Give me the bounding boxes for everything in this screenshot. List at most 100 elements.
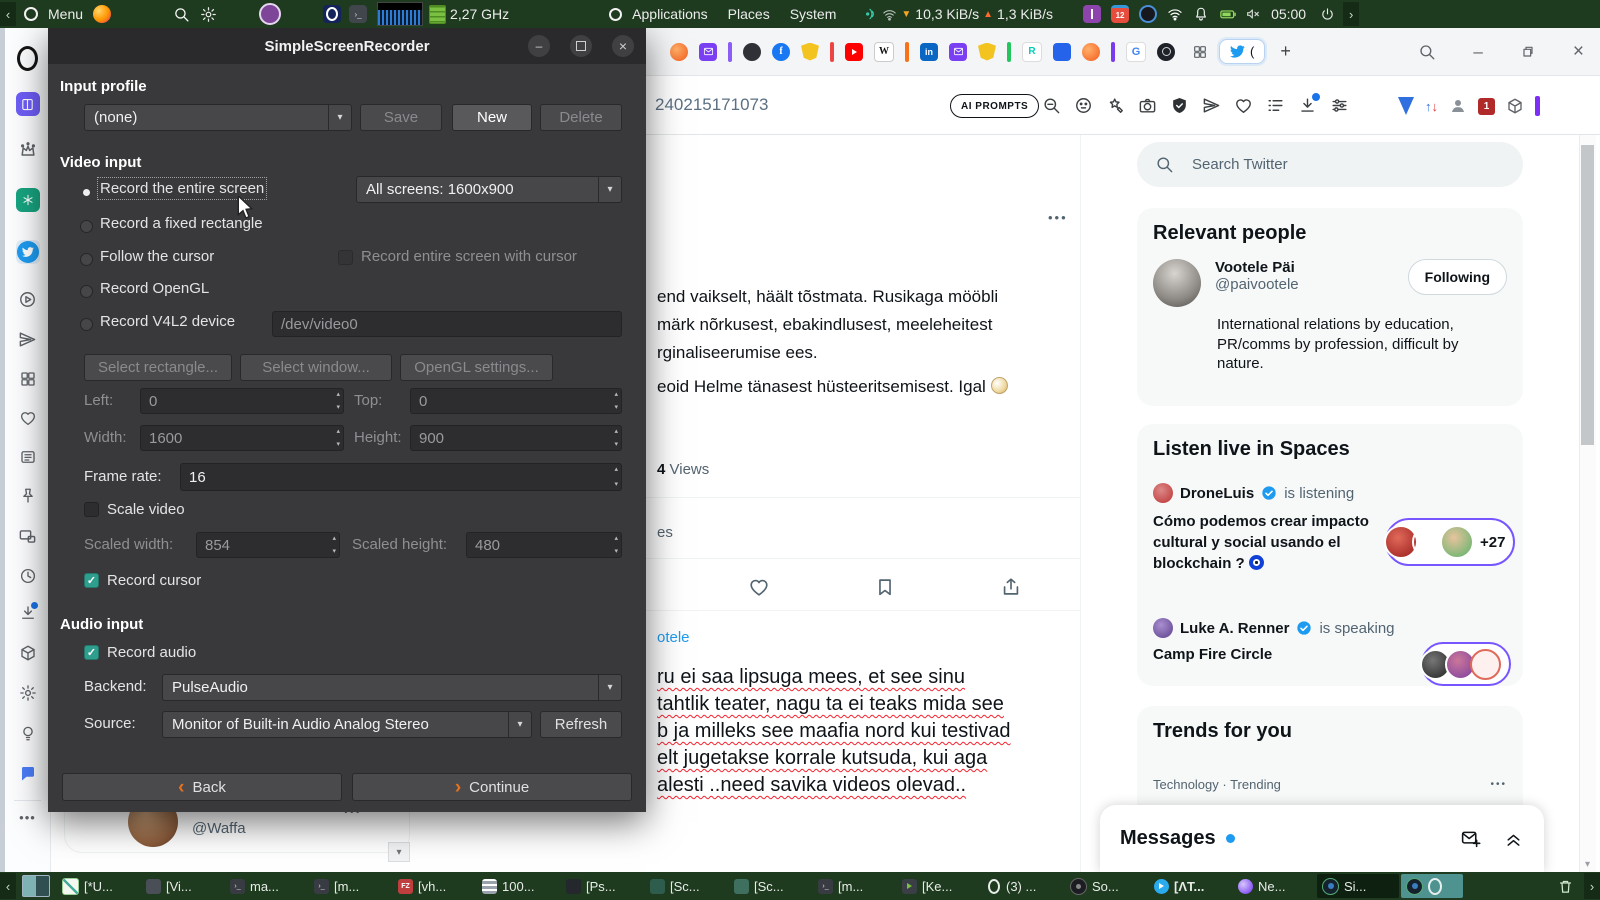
spinner-icons[interactable]: ▴ ▾ [614, 466, 618, 488]
taskbar-collapse-icon[interactable]: ‹ [0, 873, 16, 899]
height-field[interactable]: 900 ▴ ▾ [410, 425, 622, 451]
extension-cube-icon[interactable] [1506, 97, 1524, 115]
tab-group-bar-purple2[interactable] [1111, 41, 1115, 62]
record-v4l2-label[interactable]: Record V4L2 device [100, 313, 235, 330]
refresh-sources-button[interactable]: Refresh [540, 711, 622, 738]
notifications-bell-icon[interactable] [1193, 6, 1209, 22]
sidebar-more-icon[interactable]: ••• [5, 810, 50, 825]
calendar-applet-icon[interactable]: 12 [1111, 5, 1130, 23]
taskbar-window-button[interactable]: Ne... [1233, 874, 1315, 898]
profile-select[interactable]: (none) ▾ [84, 104, 352, 131]
zoom-out-icon[interactable] [1042, 96, 1061, 115]
dialog-close-icon[interactable]: × [612, 35, 634, 57]
new-profile-button[interactable]: New [452, 104, 532, 131]
delete-profile-button[interactable]: Delete [540, 104, 622, 131]
cpu-frequency-icon[interactable] [429, 4, 447, 24]
volume-muted-icon[interactable] [1245, 6, 1261, 22]
applications-menu[interactable]: Applications [609, 6, 712, 22]
downloads-icon[interactable] [5, 602, 50, 622]
left-field[interactable]: 0 ▴ ▾ [140, 388, 344, 414]
favorites-heart-icon[interactable] [5, 409, 50, 427]
extension-v-icon[interactable] [1398, 97, 1414, 115]
radio-follow-cursor[interactable] [80, 253, 93, 266]
my-flow-devices-icon[interactable] [5, 527, 50, 546]
record-entire-screen-label[interactable]: Record the entire screen [96, 177, 268, 200]
tab-favicon-blue-doc[interactable] [1053, 42, 1071, 61]
scrollbar-down-icon[interactable]: ▾ [1580, 859, 1595, 870]
opera-launcher-icon[interactable] [323, 5, 342, 23]
width-field[interactable]: 1600 ▴ ▾ [140, 425, 344, 451]
taskbar-window-button[interactable]: ›_ ma... [225, 874, 307, 898]
chatgpt-icon[interactable] [5, 188, 50, 212]
pinboard-icon[interactable] [5, 487, 50, 505]
dialog-maximize-icon[interactable] [570, 35, 592, 57]
profile-avatar[interactable] [1153, 259, 1201, 307]
scroll-caret-button[interactable]: ▾ [388, 842, 410, 862]
extension-purple-bar-icon[interactable] [1535, 96, 1540, 116]
address-bar-url[interactable]: 240215171073 [655, 95, 768, 115]
search-tool-icon[interactable] [173, 6, 190, 23]
reader-face-icon[interactable] [1074, 96, 1093, 115]
settings-gears-icon[interactable] [200, 6, 217, 23]
tune-sliders-icon[interactable] [1330, 96, 1349, 115]
checkbox-scale-video[interactable] [84, 502, 99, 517]
menu-button[interactable]: Menu [24, 6, 87, 22]
tweet-more-icon[interactable]: ••• [1048, 210, 1068, 225]
back-button[interactable]: ‹ Back [62, 773, 342, 801]
firefox-launcher-icon[interactable] [93, 5, 112, 23]
top-field[interactable]: 0 ▴ ▾ [410, 388, 622, 414]
framerate-field[interactable]: 16 ▴ ▾ [180, 463, 622, 491]
expand-messages-icon[interactable] [1503, 828, 1524, 849]
source-select[interactable]: Monitor of Built-in Audio Analog Stereo ▾ [162, 711, 532, 738]
spinner-icons[interactable]: ▴ ▾ [336, 391, 340, 411]
cpu-history-graph[interactable] [377, 2, 424, 26]
trend-category[interactable]: Technology · Trending [1153, 777, 1490, 792]
opera-logo-icon[interactable] [5, 46, 50, 71]
spinner-icons[interactable]: ▴ ▾ [336, 428, 340, 448]
spinner-icons[interactable]: ▴ ▾ [332, 535, 336, 555]
settings-gear-icon[interactable] [5, 684, 50, 702]
share-button[interactable] [1000, 576, 1022, 598]
continue-button[interactable]: › Continue [352, 773, 632, 801]
search-input[interactable]: Search Twitter [1137, 142, 1523, 187]
taskbar-window-button[interactable]: [Vi... [141, 874, 223, 898]
scaled-width-field[interactable]: 854 ▴ ▾ [196, 532, 340, 558]
trash-icon[interactable] [1557, 878, 1574, 895]
spinner-icons[interactable]: ▴ ▾ [614, 535, 618, 555]
panel-collapse-left-icon[interactable]: ‹ [0, 2, 16, 26]
radio-record-fixed-rectangle[interactable] [80, 220, 93, 233]
taskbar-window-button-active[interactable]: Si... [1317, 874, 1399, 898]
scale-video-label[interactable]: Scale video [107, 501, 185, 518]
scrollbar-thumb[interactable] [1581, 145, 1594, 445]
checkbox-record-audio[interactable]: ✓ [84, 645, 99, 660]
follow-cursor-label[interactable]: Follow the cursor [100, 248, 214, 265]
clock[interactable]: 05:00 [1271, 6, 1306, 22]
taskbar-window-button[interactable]: ›_ [m... [309, 874, 391, 898]
page-scrollbar[interactable]: ▾ [1579, 135, 1596, 872]
panel-collapse-right-icon[interactable]: › [1343, 2, 1360, 26]
replying-to-link[interactable]: otele [657, 629, 690, 646]
downloads-toolbar-icon[interactable] [1298, 93, 1320, 115]
tab-group-bar-orange[interactable] [905, 41, 909, 62]
speed-dial-grid-icon[interactable] [5, 370, 50, 388]
reading-list-toolbar-icon[interactable] [1266, 96, 1285, 115]
extensions-cube-icon[interactable] [5, 644, 50, 662]
taskbar-window-button[interactable]: [ΛT... [1149, 874, 1231, 898]
tab-group-bar-purple[interactable] [728, 41, 732, 62]
tab-search-icon[interactable] [1418, 43, 1436, 61]
taskbar-window-button[interactable]: [Sc... [729, 874, 811, 898]
media-applet-icon[interactable] [1083, 5, 1102, 23]
select-window-button[interactable]: Select window... [240, 354, 392, 381]
window-close-icon[interactable]: × [1573, 41, 1584, 63]
opengl-settings-button[interactable]: OpenGL settings... [400, 354, 553, 381]
taskbar-window-button[interactable]: [Ps... [561, 874, 643, 898]
tab-search-groups-icon[interactable] [1192, 44, 1208, 60]
backend-select[interactable]: PulseAudio ▾ [162, 674, 622, 701]
tab-favicon-linkedin[interactable]: in [920, 42, 938, 61]
messages-drawer[interactable]: Messages [1100, 805, 1544, 872]
taskbar-window-button[interactable]: ›_ [m... [813, 874, 895, 898]
scaled-height-field[interactable]: 480 ▴ ▾ [466, 532, 622, 558]
extension-badge-1-icon[interactable]: 1 [1478, 97, 1495, 115]
taskbar-expand-icon[interactable]: › [1584, 873, 1600, 899]
dialog-titlebar[interactable]: SimpleScreenRecorder – × [48, 28, 646, 64]
